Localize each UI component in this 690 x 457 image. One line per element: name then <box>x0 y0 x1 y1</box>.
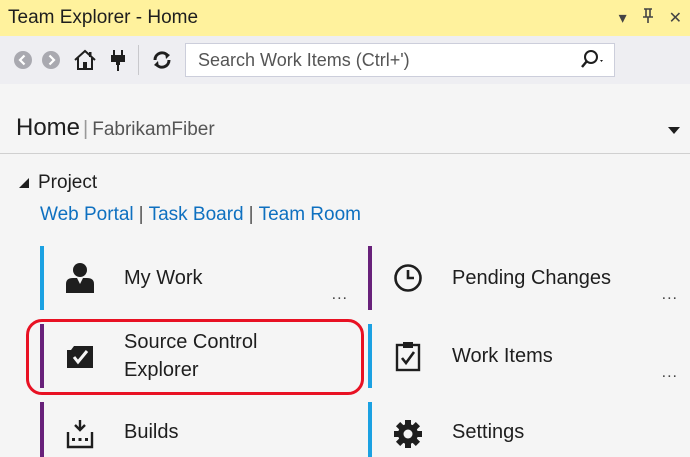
dropdown-arrow-icon[interactable]: ▾ <box>619 8 627 28</box>
link-separator: | <box>138 204 144 225</box>
tile-label: Settings <box>452 421 525 443</box>
connect-button[interactable] <box>106 43 130 77</box>
clipboard-check-icon <box>390 338 426 374</box>
clock-icon <box>390 260 426 296</box>
toolbar: Search Work Items (Ctrl+') <box>0 36 690 84</box>
refresh-icon <box>153 51 171 69</box>
project-section-header[interactable]: Project <box>18 172 97 194</box>
tile-label: Work Items <box>452 345 553 367</box>
connect-icon <box>111 50 125 71</box>
tile-pending-changes[interactable]: Pending Changes ... <box>368 246 690 310</box>
pin-icon[interactable] <box>641 7 655 29</box>
toolbar-separator <box>138 45 139 75</box>
tile-settings[interactable]: Settings <box>368 402 690 457</box>
refresh-button[interactable] <box>149 43 175 77</box>
home-button[interactable] <box>72 43 98 77</box>
search-work-items-input[interactable]: Search Work Items (Ctrl+') <box>185 43 615 77</box>
person-icon <box>62 260 98 296</box>
more-options-icon[interactable]: ... <box>662 364 678 382</box>
task-board-link[interactable]: Task Board <box>149 204 244 226</box>
gear-icon <box>390 416 426 452</box>
web-portal-link[interactable]: Web Portal <box>40 204 134 226</box>
tile-my-work[interactable]: My Work ... <box>40 246 360 310</box>
page-title[interactable]: Home | FabrikamFiber <box>16 114 215 142</box>
back-button[interactable] <box>12 43 34 77</box>
page-dropdown-icon[interactable] <box>668 122 680 140</box>
title-bar: Team Explorer - Home ▾ ✕ <box>0 0 690 36</box>
tile-label: Builds <box>124 421 179 443</box>
highlight-outline <box>26 319 364 395</box>
team-room-link[interactable]: Team Room <box>259 204 361 226</box>
build-icon <box>62 416 98 452</box>
page-header: Home | FabrikamFiber <box>0 84 690 154</box>
search-placeholder: Search Work Items (Ctrl+') <box>198 49 410 70</box>
more-options-icon[interactable]: ... <box>662 286 678 304</box>
forward-icon <box>42 51 60 69</box>
project-links: Web Portal | Task Board | Team Room <box>40 204 361 226</box>
header-separator: | <box>83 118 89 140</box>
collapse-triangle-icon <box>19 178 29 188</box>
tile-label: My Work <box>124 267 203 289</box>
back-icon <box>14 51 32 69</box>
link-separator: | <box>248 204 254 225</box>
project-heading: Project <box>38 172 98 193</box>
window-title: Team Explorer - Home <box>8 7 199 28</box>
tile-work-items[interactable]: Work Items ... <box>368 324 690 388</box>
tile-label: Pending Changes <box>452 267 612 289</box>
home-icon <box>74 49 96 70</box>
window-controls: ▾ ✕ <box>619 0 682 36</box>
search-icon[interactable] <box>580 48 606 77</box>
tile-builds[interactable]: Builds <box>40 402 360 457</box>
forward-button[interactable] <box>40 43 62 77</box>
home-label: Home <box>16 114 81 141</box>
project-name: FabrikamFiber <box>92 119 215 140</box>
more-options-icon[interactable]: ... <box>332 286 348 304</box>
close-icon[interactable]: ✕ <box>669 8 682 28</box>
